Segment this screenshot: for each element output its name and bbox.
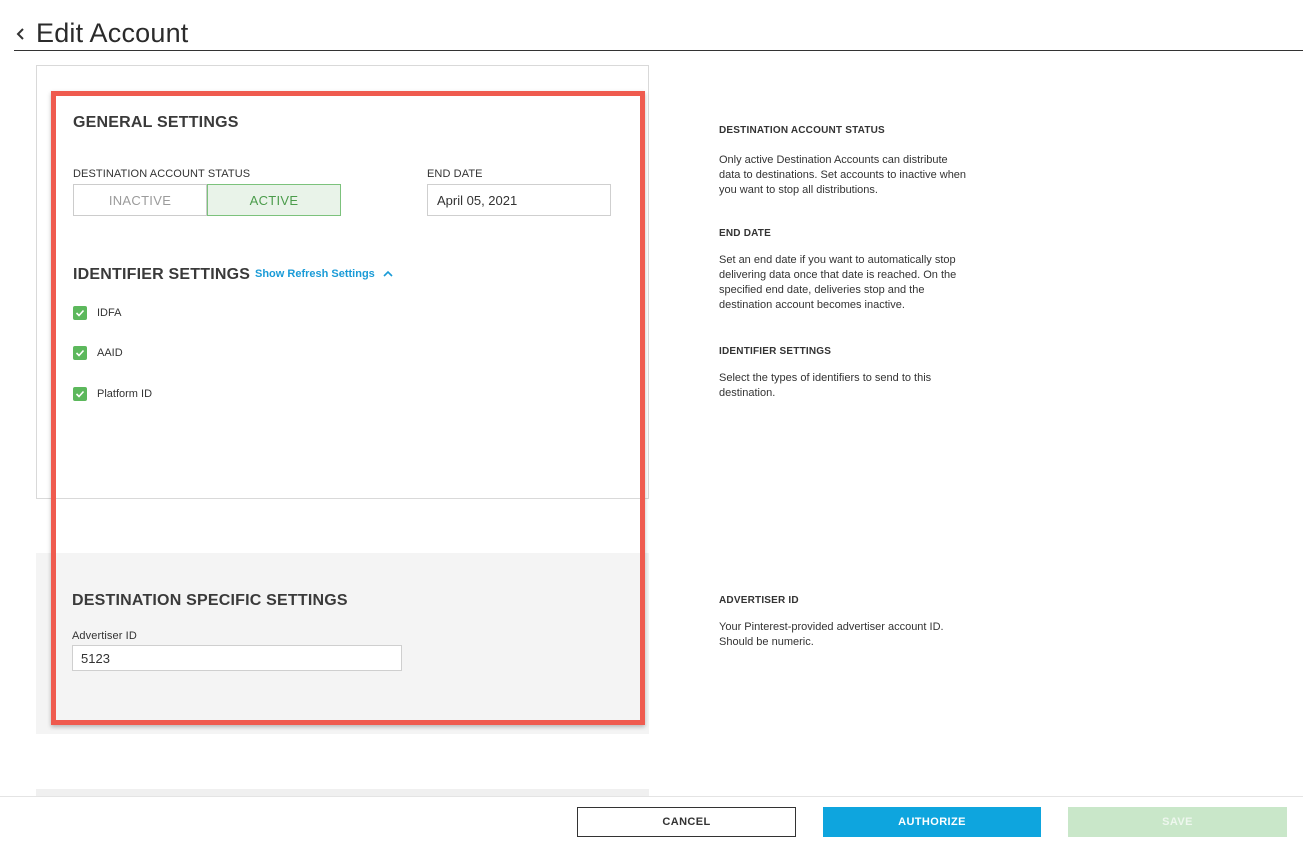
chevron-up-icon bbox=[383, 270, 393, 277]
help-line: Only active Destination Accounts can dis… bbox=[719, 154, 948, 166]
save-button[interactable]: SAVE bbox=[1068, 807, 1287, 837]
help-text: Your Pinterest-provided advertiser accou… bbox=[719, 620, 1009, 650]
help-title: ADVERTISER ID bbox=[719, 595, 799, 606]
advertiser-id-label: Advertiser ID bbox=[72, 630, 137, 642]
help-title: IDENTIFIER SETTINGS bbox=[719, 346, 832, 357]
checkmark-icon bbox=[75, 309, 85, 317]
help-line: Set an end date if you want to automatic… bbox=[719, 254, 956, 266]
end-date-input[interactable]: April 05, 2021 bbox=[427, 184, 611, 216]
chevron-left-icon[interactable] bbox=[14, 24, 28, 44]
identifier-label: Platform ID bbox=[97, 388, 153, 400]
identifier-idfa-row[interactable]: IDFA bbox=[73, 306, 121, 320]
identifier-platform-id-row[interactable]: Platform ID bbox=[73, 387, 152, 401]
help-text: Select the types of identifiers to send … bbox=[719, 371, 1009, 401]
checkmark-icon bbox=[75, 390, 85, 398]
advertiser-id-input[interactable]: 5123 bbox=[72, 645, 402, 671]
help-title: END DATE bbox=[719, 228, 771, 239]
refresh-link-label: Show Refresh Settings bbox=[255, 268, 375, 280]
checkbox-aaid[interactable] bbox=[73, 346, 87, 360]
help-line: Should be numeric. bbox=[719, 636, 814, 648]
help-line: delivering data once that date is reache… bbox=[719, 269, 957, 281]
help-line: destination. bbox=[719, 387, 776, 399]
destination-settings-title: DESTINATION SPECIFIC SETTINGS bbox=[72, 592, 348, 609]
checkbox-platform-id[interactable] bbox=[73, 387, 87, 401]
status-label: DESTINATION ACCOUNT STATUS bbox=[73, 168, 251, 180]
help-status: DESTINATION ACCOUNT STATUS Only active D… bbox=[719, 125, 1009, 198]
help-text: Set an end date if you want to automatic… bbox=[719, 253, 1009, 313]
help-line: data to destinations. Set accounts to in… bbox=[719, 169, 967, 181]
end-date-label: END DATE bbox=[427, 168, 483, 180]
general-settings-title: GENERAL SETTINGS bbox=[73, 114, 239, 131]
help-line: Select the types of identifiers to send … bbox=[719, 372, 932, 384]
status-active-button[interactable]: ACTIVE bbox=[207, 184, 341, 216]
help-line: destination account becomes inactive. bbox=[719, 299, 905, 311]
page-title: Edit Account bbox=[36, 18, 189, 48]
destination-settings-card bbox=[36, 553, 649, 734]
help-line: Your Pinterest-provided advertiser accou… bbox=[719, 621, 944, 633]
help-title: DESTINATION ACCOUNT STATUS bbox=[719, 125, 885, 136]
status-inactive-button[interactable]: INACTIVE bbox=[73, 184, 207, 216]
help-end-date: END DATE Set an end date if you want to … bbox=[719, 228, 1009, 313]
help-line: you want to stop all distributions. bbox=[719, 184, 878, 196]
checkmark-icon bbox=[75, 349, 85, 357]
authorize-button[interactable]: AUTHORIZE bbox=[823, 807, 1041, 837]
identifier-label: IDFA bbox=[97, 307, 122, 319]
status-toggle: INACTIVE ACTIVE bbox=[73, 184, 341, 216]
page-header: Edit Account bbox=[14, 18, 1303, 51]
help-identifier: IDENTIFIER SETTINGS Select the types of … bbox=[719, 346, 1009, 401]
identifier-label: AAID bbox=[97, 347, 123, 359]
cancel-button[interactable]: CANCEL bbox=[577, 807, 796, 837]
show-refresh-settings-link[interactable]: Show Refresh Settings bbox=[255, 268, 393, 280]
help-text: Only active Destination Accounts can dis… bbox=[719, 153, 1009, 198]
help-line: specified end date, deliveries stop and … bbox=[719, 284, 925, 296]
identifier-aaid-row[interactable]: AAID bbox=[73, 346, 123, 360]
help-advertiser: ADVERTISER ID Your Pinterest-provided ad… bbox=[719, 595, 1009, 650]
checkbox-idfa[interactable] bbox=[73, 306, 87, 320]
identifier-settings-title: IDENTIFIER SETTINGS bbox=[73, 266, 251, 283]
